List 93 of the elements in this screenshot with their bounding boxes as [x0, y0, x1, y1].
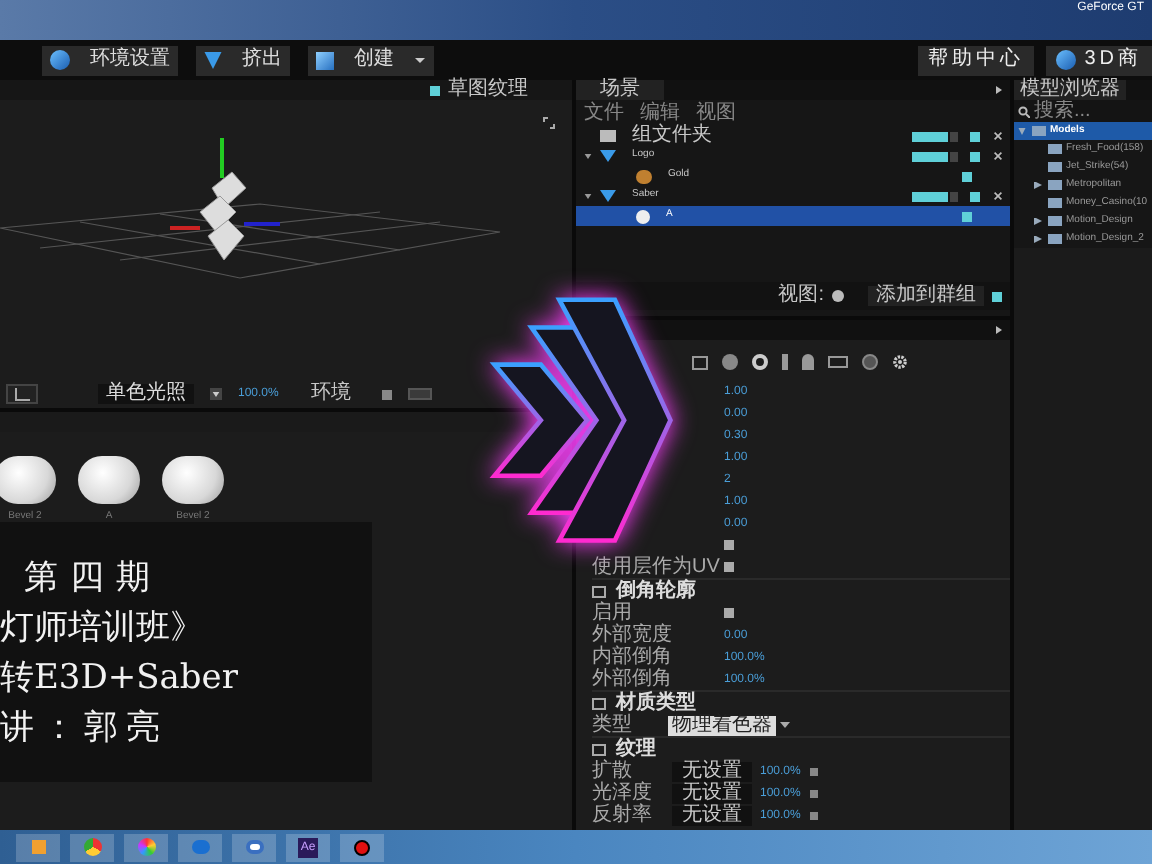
section-title: 倒角轮廓 [616, 581, 696, 601]
section-icon [592, 585, 606, 597]
property-label: 使用层作为UV [592, 557, 722, 577]
gem-icon [600, 150, 616, 162]
search-field[interactable]: 搜索... [1014, 100, 1152, 122]
taskbar-button[interactable] [16, 833, 60, 861]
menu-item[interactable]: 编辑 [640, 103, 680, 123]
toolbar-button[interactable]: 环境设置 [42, 45, 178, 75]
taskbar-button[interactable] [232, 833, 276, 861]
panel-header-label: 草图纹理 [448, 80, 528, 100]
visibility-slider[interactable] [912, 151, 948, 161]
overlay-text-line: 灯师培训班》 [0, 605, 206, 649]
property-label: 外部倒角 [592, 669, 674, 689]
checkbox[interactable] [962, 211, 972, 221]
folder-icon [600, 130, 616, 142]
bulb-icon[interactable] [802, 354, 814, 370]
property-label: 类型 [592, 715, 632, 735]
tree-row[interactable]: 组文件夹 [576, 126, 1010, 146]
globe-icon [1056, 50, 1077, 70]
section-title: 材质类型 [616, 693, 696, 713]
power-icon[interactable] [752, 354, 768, 370]
toolbar-button[interactable]: 创建 [308, 45, 434, 75]
toolbar-button[interactable]: 3D商 [1046, 45, 1152, 75]
taskbar-button[interactable] [70, 833, 114, 861]
property-label: 启用 [592, 603, 634, 623]
checkbox[interactable] [970, 191, 980, 201]
property-label: 扩散 [592, 761, 634, 781]
checkbox[interactable] [810, 789, 819, 797]
close-icon[interactable] [994, 132, 1002, 140]
caret-icon [414, 57, 426, 63]
property-label: 外部宽度 [592, 625, 674, 645]
search-icon [1018, 105, 1030, 117]
visibility-slider[interactable] [912, 131, 948, 141]
browser-icon [83, 838, 101, 856]
checkbox[interactable] [382, 389, 393, 399]
type-dropdown[interactable]: 物理着色器 [668, 715, 776, 735]
tree-item-label: 组文件夹 [632, 126, 714, 146]
texture-slot[interactable]: 无设置 [672, 783, 752, 803]
checkbox[interactable] [970, 151, 980, 161]
media-icon [31, 840, 45, 854]
checkbox[interactable] [970, 131, 980, 141]
image-icon[interactable] [692, 355, 708, 369]
color-swatch[interactable] [408, 388, 433, 400]
property-label: 光泽度 [592, 783, 654, 803]
close-icon[interactable] [994, 152, 1002, 160]
pinwheel-icon [137, 838, 155, 856]
checkbox[interactable] [430, 85, 440, 95]
overlay-text-line: 第四期 [22, 555, 164, 599]
gem-icon [204, 51, 222, 69]
texture-slot[interactable]: 无设置 [672, 761, 752, 781]
checkbox[interactable] [724, 608, 734, 618]
checkbox[interactable] [810, 767, 819, 775]
overlay-text-line: 转E3D+Saber [0, 655, 240, 699]
player-icon [191, 840, 209, 854]
sphere-view-icon[interactable] [832, 290, 844, 302]
shading-dropdown[interactable]: 单色光照 [98, 384, 194, 404]
grid-icon[interactable] [828, 356, 848, 368]
globe-icon [50, 50, 70, 70]
record-icon [354, 839, 370, 855]
property-label: 内部倒角 [592, 647, 674, 667]
checkbox[interactable] [962, 171, 972, 181]
taskbar-button[interactable] [340, 833, 384, 861]
checkbox[interactable] [724, 540, 734, 550]
taskbar-button[interactable] [124, 833, 168, 861]
fullscreen-icon[interactable] [542, 116, 556, 130]
model-browser-tab[interactable]: 模型浏览器 [1014, 80, 1126, 100]
toolbar-button[interactable]: 帮助中心 [918, 45, 1035, 75]
visibility-slider[interactable] [912, 191, 948, 201]
menu-item[interactable]: 视图 [696, 103, 736, 123]
cube-icon [316, 51, 334, 69]
texture-slot[interactable]: 无设置 [672, 805, 752, 825]
overlay-text-line: 讲：郭亮 [0, 705, 170, 749]
property-label: 反射率 [592, 805, 654, 825]
checkbox[interactable] [810, 811, 819, 819]
scene-tab[interactable]: 场景 [576, 80, 664, 100]
close-icon[interactable] [994, 192, 1002, 200]
section-icon [592, 697, 606, 709]
caret-icon[interactable] [780, 722, 790, 728]
checkbox[interactable] [992, 291, 1002, 301]
cloud-icon [245, 840, 263, 854]
material-icon [636, 169, 652, 183]
view-label: 视图: [778, 286, 824, 306]
checkbox[interactable] [724, 562, 734, 572]
menu-item[interactable]: 文件 [584, 103, 624, 123]
section-icon [592, 743, 606, 755]
gem-icon [600, 190, 616, 202]
section-title: 纹理 [616, 739, 656, 759]
caret-icon[interactable] [210, 388, 222, 400]
axis-toggle-icon[interactable] [6, 384, 38, 404]
settings-icon[interactable] [892, 354, 908, 370]
toolbar-button[interactable]: 挤出 [196, 45, 290, 75]
environment-label: 环境 [310, 384, 351, 404]
add-to-group-button[interactable]: 添加到群组 [868, 286, 984, 306]
